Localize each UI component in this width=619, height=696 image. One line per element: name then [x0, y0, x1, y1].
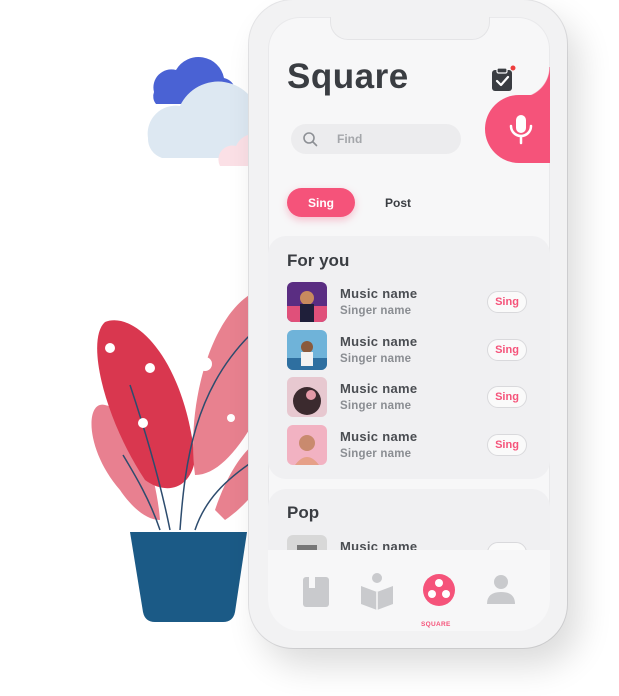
section-title: Pop: [287, 503, 320, 522]
search-icon: [303, 132, 318, 147]
sing-button[interactable]: Sing: [487, 339, 527, 361]
tab-post[interactable]: Post: [372, 188, 424, 217]
app-screen: Square Find Sing Post For you Music name…: [268, 17, 550, 631]
microphone-icon: [509, 115, 533, 145]
phone-notch: [330, 17, 490, 40]
list-item[interactable]: Music name Singer name Sing: [287, 377, 532, 419]
tab-reading[interactable]: [357, 570, 397, 610]
singer-name: Singer name: [340, 400, 412, 412]
list-item[interactable]: Music name Singer name Sing: [287, 425, 532, 467]
album-cover: [287, 425, 327, 465]
bottom-tab-bar: SQUARE: [268, 550, 550, 631]
album-cover: [287, 282, 327, 322]
leaf-dot: [145, 363, 155, 373]
album-cover: [287, 377, 327, 417]
song-name: Music name: [340, 334, 418, 349]
clipboard-check-icon: [492, 65, 516, 91]
search-input[interactable]: Find: [291, 124, 461, 154]
list-item[interactable]: Music name Singer name Sing: [287, 330, 532, 372]
square-icon: [423, 574, 455, 606]
book-icon: [303, 577, 329, 607]
song-name: Music name: [340, 286, 418, 301]
singer-name: Singer name: [340, 305, 412, 317]
tab-profile[interactable]: [481, 570, 521, 610]
plant-pot: [130, 532, 247, 622]
leaf-dot: [198, 357, 212, 371]
page-title: Square: [287, 57, 409, 96]
song-name: Music name: [340, 381, 418, 396]
profile-icon: [487, 575, 515, 604]
album-cover: [287, 330, 327, 370]
leaf-dot: [227, 414, 235, 422]
leaf-dot: [138, 418, 148, 428]
singer-name: Singer name: [340, 353, 412, 365]
list-item[interactable]: Music name Singer name Sing: [287, 282, 532, 324]
clipboard-check-button[interactable]: [488, 65, 516, 93]
microphone-button[interactable]: [485, 67, 550, 163]
singer-name: Singer name: [340, 448, 412, 460]
section-for-you: For you Music name Singer name Sing Musi…: [268, 236, 550, 479]
tab-sing[interactable]: Sing: [287, 188, 355, 217]
section-title: For you: [287, 251, 350, 270]
tab-square-label: SQUARE: [421, 621, 451, 628]
tab-book[interactable]: [296, 570, 336, 610]
tab-square[interactable]: [419, 570, 459, 610]
sing-button[interactable]: Sing: [487, 386, 527, 408]
search-placeholder: Find: [337, 132, 363, 146]
sing-button[interactable]: Sing: [487, 434, 527, 456]
reading-icon: [361, 573, 393, 610]
song-name: Music name: [340, 429, 418, 444]
sing-button[interactable]: Sing: [487, 291, 527, 313]
leaf-dot: [105, 343, 115, 353]
